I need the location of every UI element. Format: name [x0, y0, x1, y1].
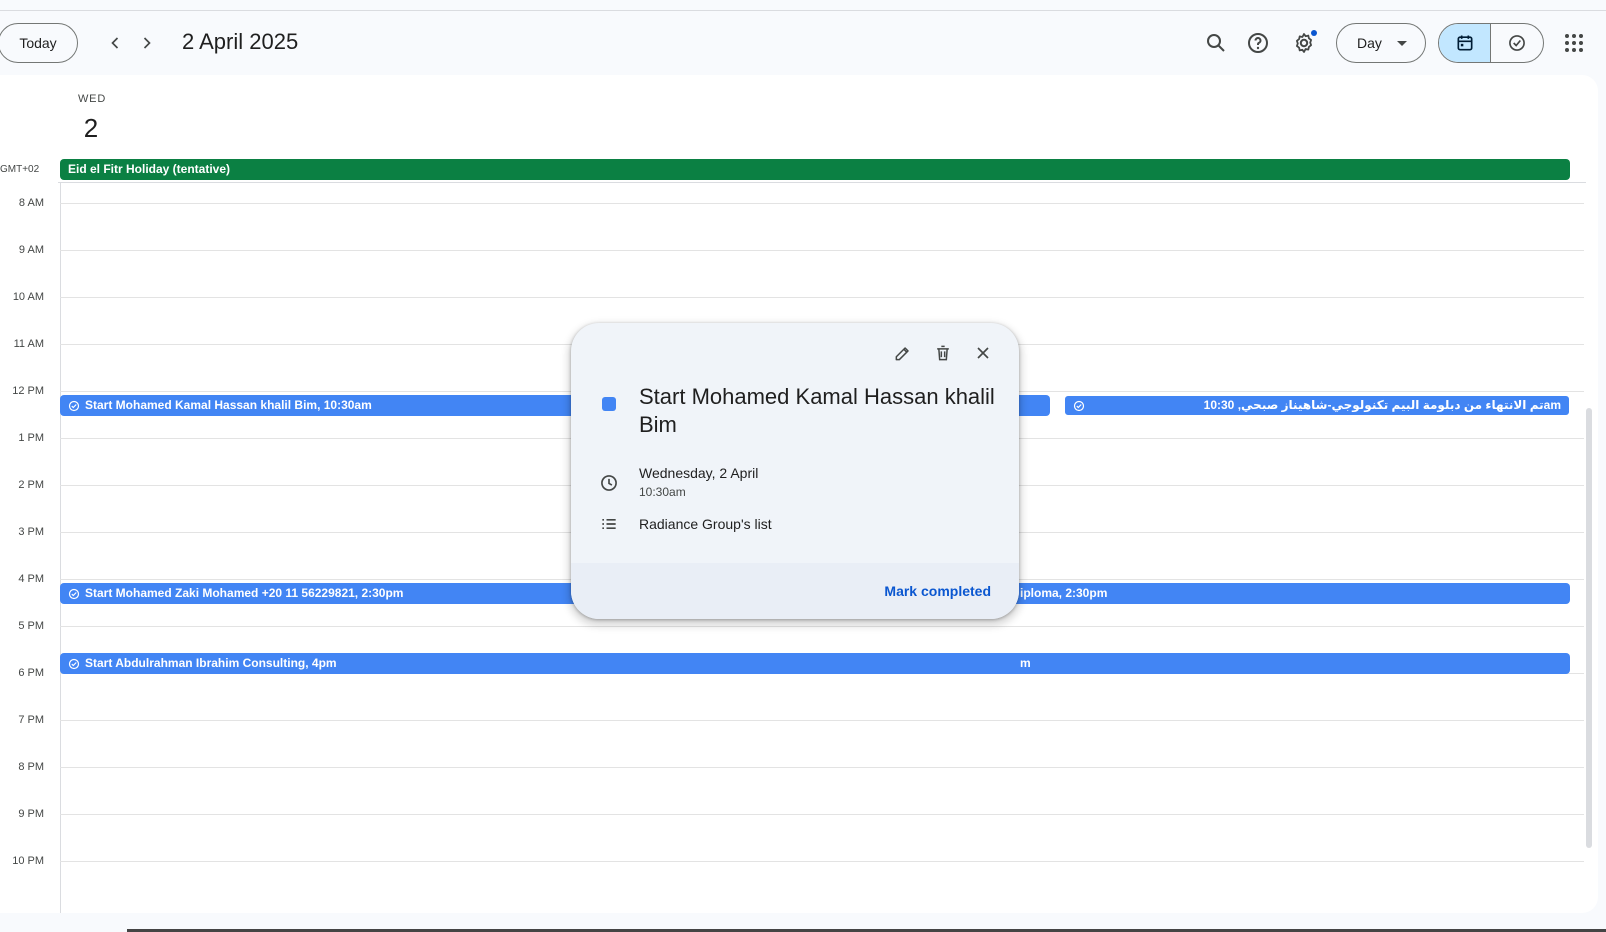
list-icon [602, 519, 616, 529]
tasks-view-toggle[interactable] [1491, 24, 1543, 62]
close-popup-button[interactable] [965, 335, 1001, 371]
view-select-label: Day [1357, 35, 1382, 51]
hour-label: 10 PM [12, 855, 44, 867]
help-button[interactable] [1240, 25, 1276, 61]
hour-label: 4 PM [18, 573, 44, 585]
hour-label: 8 AM [18, 197, 44, 209]
calendar-header: Today 2 April 2025 Day [0, 11, 1606, 73]
timezone-label: GMT+02 [0, 164, 40, 175]
grid-scrollbar[interactable] [1586, 408, 1592, 848]
day-name: WED [78, 93, 107, 105]
apps-grid-icon [1565, 34, 1583, 52]
today-button[interactable]: Today [0, 23, 78, 63]
task-title: Start Mohamed Kamal Hassan khalil Bim, 1… [85, 398, 372, 412]
hour-label: 12 PM [12, 385, 44, 397]
calendar-icon [1457, 35, 1472, 51]
search-icon [1207, 34, 1225, 52]
hour-gridline [60, 720, 1584, 721]
trash-icon [937, 345, 949, 361]
view-select[interactable]: Day [1336, 23, 1426, 63]
close-icon [977, 347, 989, 359]
mark-completed-button[interactable]: Mark completed [884, 583, 991, 599]
edit-task-button[interactable] [885, 335, 921, 371]
task-event[interactable]: تم الانتهاء من دبلومة البيم تكنولوجي-شاه… [1064, 395, 1570, 416]
task-check-icon [68, 588, 80, 599]
hour-gridline [60, 767, 1584, 768]
clock-icon [601, 475, 617, 491]
task-title-overflow: iploma, 2:30pm [1020, 586, 1108, 600]
help-icon [1248, 33, 1268, 53]
hour-gridline [60, 203, 1584, 204]
task-check-icon [1073, 400, 1085, 411]
task-check-icon [68, 400, 80, 411]
hour-label: 2 PM [18, 479, 44, 491]
hour-label: 9 PM [18, 808, 44, 820]
popup-footer: Mark completed [571, 563, 1019, 619]
calendar-view-toggle[interactable] [1439, 24, 1492, 62]
task-title: Start Mohamed Zaki Mohamed +20 11 562298… [85, 586, 404, 600]
apps-button[interactable] [1556, 25, 1592, 61]
popup-task-list: Radiance Group's list [639, 516, 772, 532]
hour-label: 11 AM [13, 338, 44, 350]
search-button[interactable] [1198, 25, 1234, 61]
previous-day-button[interactable] [99, 27, 131, 59]
caret-down-icon [1397, 41, 1407, 46]
task-title-overflow: m [1020, 656, 1031, 670]
current-date-title: 2 April 2025 [182, 29, 299, 54]
chevron-right-icon [143, 37, 151, 49]
hour-gridline [60, 814, 1584, 815]
settings-button[interactable] [1286, 25, 1322, 61]
day-header[interactable]: WED 2 [78, 93, 107, 144]
pencil-icon [895, 347, 909, 361]
popup-task-title: Start Mohamed Kamal Hassan khalil Bim [639, 384, 995, 437]
task-color-swatch [602, 397, 616, 411]
notification-dot [1311, 30, 1317, 36]
hour-label: 10 AM [12, 291, 44, 303]
hour-gridline [60, 297, 1584, 298]
task-title: Start Abdulrahman Ibrahim Consulting, 4p… [85, 656, 337, 670]
allday-event-holiday[interactable]: Eid el Fitr Holiday (tentative) [60, 159, 1570, 180]
hour-label: 7 PM [18, 714, 44, 726]
task-title: تم الانتهاء من دبلومة البيم تكنولوجي-شاه… [1203, 398, 1561, 412]
popup-toolbar [885, 335, 1001, 371]
hour-label: 6 PM [18, 667, 44, 679]
task-check-icon [1509, 35, 1525, 51]
day-number[interactable]: 2 [78, 113, 104, 144]
gutter-divider [60, 183, 61, 913]
hour-gridline [60, 861, 1584, 862]
hour-label: 8 PM [18, 761, 44, 773]
calendar-tasks-toggle [1438, 23, 1544, 63]
popup-task-date: Wednesday, 2 April [639, 465, 759, 481]
task-details-popup: Start Mohamed Kamal Hassan khalil Bim We… [571, 323, 1019, 619]
popup-task-time: 10:30am [639, 485, 686, 499]
delete-task-button[interactable] [925, 335, 961, 371]
hour-gridline [60, 250, 1584, 251]
next-day-button[interactable] [131, 27, 163, 59]
hour-label: 5 PM [18, 620, 44, 632]
hour-gridline [60, 626, 1584, 627]
task-check-icon [68, 658, 80, 669]
chevron-left-icon [111, 37, 119, 49]
hour-label: 9 AM [18, 244, 44, 256]
hour-label: 3 PM [18, 526, 44, 538]
hour-label: 1 PM [18, 432, 44, 444]
task-event[interactable]: Start Abdulrahman Ibrahim Consulting, 4p… [60, 653, 1570, 674]
